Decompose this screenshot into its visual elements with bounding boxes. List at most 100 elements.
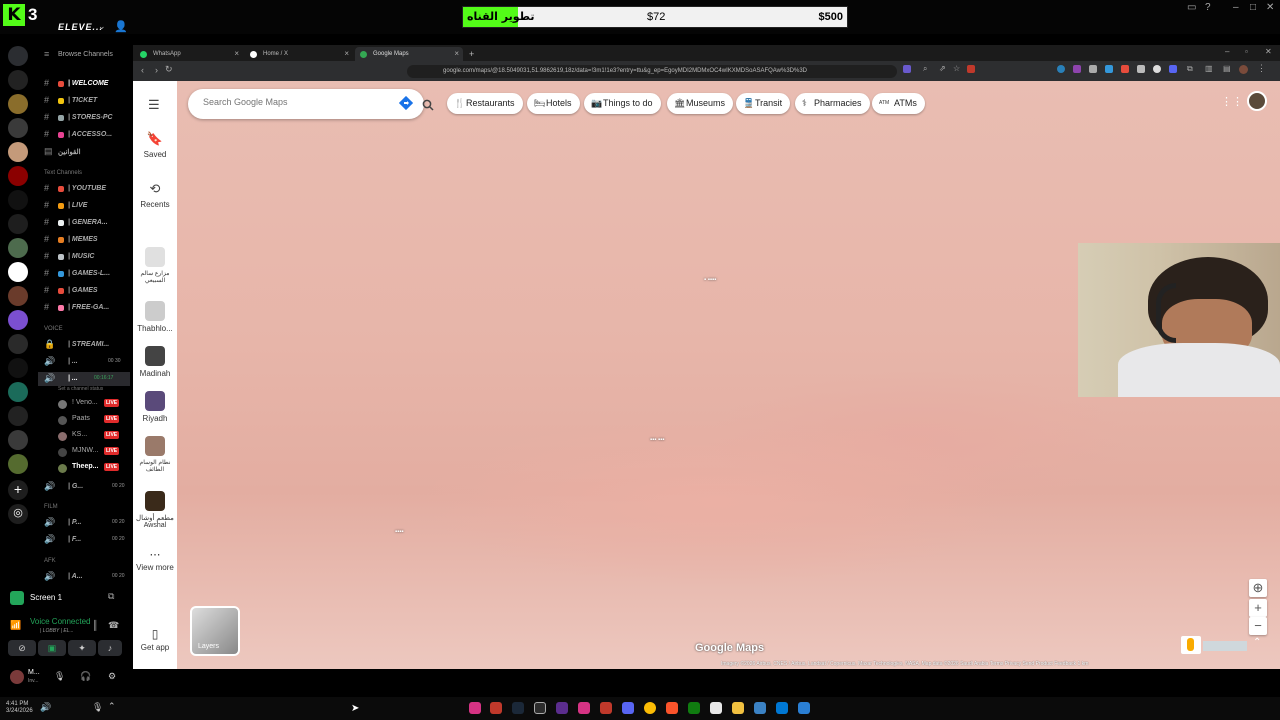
channel-item[interactable]: # | MUSIC (38, 250, 130, 264)
server-icon[interactable] (8, 190, 28, 210)
channel-item[interactable]: # | LIVE (38, 199, 130, 213)
picture-in-picture-icon[interactable]: ▭ (1187, 2, 1196, 13)
voice-channel[interactable]: 🔊 | P... 00 20 (38, 516, 130, 530)
chevron-down-icon[interactable]: ⌄ (98, 21, 106, 32)
avatar[interactable] (10, 670, 24, 684)
popout-icon[interactable]: ⧉ (108, 591, 114, 602)
server-icon[interactable] (8, 310, 28, 330)
extension-icon[interactable] (1169, 65, 1177, 73)
app-icon[interactable] (578, 702, 590, 714)
close-icon[interactable]: × (344, 49, 349, 58)
app-icon[interactable] (776, 702, 788, 714)
category-text-channels[interactable]: Text Channels (44, 170, 82, 176)
add-server-icon[interactable]: + (8, 480, 28, 500)
rail-get-app[interactable]: ▯ Get app (133, 627, 177, 652)
channel-item[interactable]: # | GAMES-L... (38, 267, 130, 281)
app-icon[interactable] (556, 702, 568, 714)
server-icon[interactable] (8, 382, 28, 402)
server-icon[interactable] (8, 262, 28, 282)
voice-user[interactable]: KS... LIVE (38, 428, 130, 442)
channel-item[interactable]: # | GAMES (38, 284, 130, 298)
channel-item[interactable]: # | TICKET (38, 94, 130, 108)
avatar[interactable] (1239, 65, 1248, 74)
server-icon[interactable] (8, 118, 28, 138)
close-icon[interactable]: ✕ (1266, 2, 1274, 13)
rail-recents[interactable]: ⟲ Recents (133, 181, 177, 209)
server-icon[interactable] (8, 358, 28, 378)
server-icon[interactable] (8, 454, 28, 474)
xbox-icon[interactable] (688, 702, 700, 714)
voice-channel[interactable]: 🔊 | A... 00 20 (38, 570, 130, 584)
extension-icon[interactable] (1073, 65, 1081, 73)
browse-channels[interactable]: ≡ Browse Channels (38, 48, 130, 62)
chip-hotels[interactable]: 🛏 Hotels (527, 93, 580, 114)
channel-item[interactable]: # | STORES-PC (38, 111, 130, 125)
noise-suppression-icon[interactable]: ║ (92, 620, 98, 630)
app-icon[interactable] (469, 702, 481, 714)
server-icon[interactable] (8, 70, 28, 90)
rail-recent-place[interactable]: Thabhlo... (133, 301, 177, 333)
microphone-icon[interactable]: 🎙 (92, 702, 103, 713)
extension-icon[interactable] (1121, 65, 1129, 73)
rail-recent-place[interactable]: مزارع سالم السبيعي (133, 247, 177, 284)
category-voice[interactable]: VOICE (44, 326, 63, 332)
sidebar-icon[interactable]: ▥ (1205, 64, 1213, 73)
chip-transit[interactable]: 🚆 Transit (736, 93, 791, 114)
rail-recent-place[interactable]: Riyadh (133, 391, 177, 423)
voice-user[interactable]: MJNW... LIVE (38, 444, 130, 458)
disconnect-icon[interactable]: ☎ (108, 620, 119, 631)
server-icon[interactable] (8, 430, 28, 450)
maximize-icon[interactable]: ▫ (1245, 47, 1248, 56)
app-icon[interactable] (710, 702, 722, 714)
channel-item[interactable]: # | YOUTUBE (38, 182, 130, 196)
screen-share-panel[interactable]: Screen 1 ⧉ (6, 589, 122, 607)
voice-channel[interactable]: 🔊 | G... 00 20 (38, 480, 130, 494)
voice-user[interactable]: ! Veno... LIVE (38, 396, 130, 410)
server-name[interactable]: ELEVE... (58, 22, 103, 32)
server-icon[interactable] (8, 142, 28, 162)
chip-atms[interactable]: ATM ATMs (872, 93, 925, 114)
layers-button[interactable]: Layers (190, 606, 240, 656)
channel-item[interactable]: # | WELCOME (38, 77, 130, 91)
channel-item[interactable]: # | GENERA... (38, 216, 130, 230)
my-location-icon[interactable]: ⊕ (1249, 579, 1267, 597)
taskbar-clock[interactable]: 4:41 PM 3/24/2026 (6, 701, 33, 715)
extensions-icon[interactable]: ⧉ (1187, 64, 1193, 74)
extension-icon[interactable] (1089, 65, 1097, 73)
chip-museums[interactable]: 🏛 Museums (667, 93, 734, 114)
zoom-out-button[interactable]: − (1249, 617, 1267, 635)
voice-connected-label[interactable]: Voice Connected (30, 617, 91, 626)
add-user-icon[interactable]: 👤 (114, 20, 128, 33)
map-attribution[interactable]: Imagery ©2026 Airbus, CNES / Airbus, Lan… (721, 661, 1088, 667)
chip-pharmacies[interactable]: ⚕ Pharmacies (795, 93, 870, 114)
microphone-icon[interactable]: 🎙 (54, 671, 65, 682)
address-bar[interactable]: google.com/maps/@18.5049031,51.9862619,1… (407, 65, 897, 78)
apps-grid-icon[interactable]: ⋮⋮ (1221, 95, 1243, 108)
folder-icon[interactable] (732, 702, 744, 714)
voice-channel[interactable]: 🔊 | ... 00 30 (38, 355, 130, 369)
map-place-marker[interactable]: ▪▪▪▪ (395, 529, 404, 535)
star-icon[interactable]: ☆ (953, 64, 960, 73)
server-icon[interactable] (8, 46, 28, 66)
category-film[interactable]: FILM (44, 504, 58, 510)
tab-google-maps[interactable]: Google Maps × (355, 47, 463, 61)
steam-icon[interactable] (512, 702, 524, 714)
voice-user[interactable]: Paats LIVE (38, 412, 130, 426)
soundboard-icon[interactable]: ♪ (98, 640, 122, 656)
server-icon[interactable] (8, 238, 28, 258)
tab-search-icon[interactable]: ▤ (1223, 64, 1231, 73)
tab-whatsapp[interactable]: WhatsApp × (135, 47, 243, 61)
chip-things-to-do[interactable]: 📷 Things to do (584, 93, 661, 114)
zoom-icon[interactable]: ⌕ (923, 64, 927, 74)
tab-x[interactable]: Home / X × (245, 47, 353, 61)
close-icon[interactable]: ✕ (1265, 47, 1272, 56)
back-icon[interactable]: ‹ (141, 65, 144, 75)
street-view-thumbnails[interactable] (1203, 641, 1247, 651)
extension-icon[interactable] (1153, 65, 1161, 73)
signal-icon[interactable]: 📶 (10, 620, 21, 631)
minimize-icon[interactable]: – (1225, 47, 1229, 56)
server-icon[interactable] (8, 166, 28, 186)
voice-channel-path[interactable]: | LOBBY | EL... (40, 628, 74, 634)
channel-item[interactable]: # | FREE-GA... (38, 301, 130, 315)
camera-off-icon[interactable]: ⊘ (8, 640, 36, 656)
